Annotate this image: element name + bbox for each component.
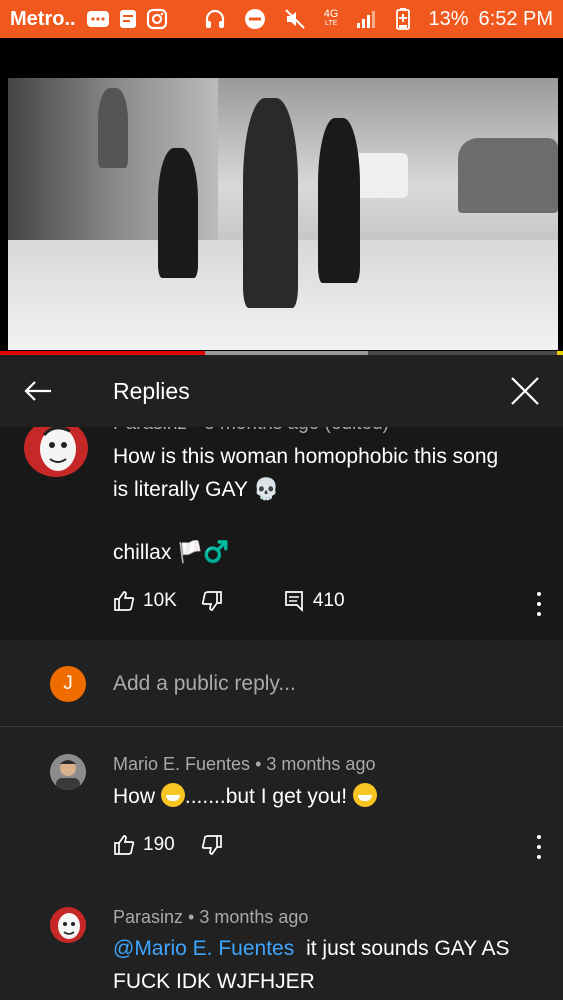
- profile-photo-icon: [50, 754, 86, 790]
- headphones-icon: [204, 8, 226, 30]
- comment-icon: [284, 591, 303, 612]
- parent-comment: Parasinz • 3 months ago (edited) How is …: [0, 427, 563, 640]
- battery-charging-icon: [396, 8, 411, 30]
- more-options-icon[interactable]: [535, 592, 543, 616]
- reply-item: Parasinz • 3 months ago @Mario E. Fuente…: [0, 887, 563, 1000]
- dislike-button[interactable]: [201, 834, 223, 856]
- reply-author[interactable]: Mario E. Fuentes: [113, 754, 250, 774]
- user-mention-link[interactable]: @Mario E. Fuentes: [113, 937, 294, 960]
- user-avatar: J: [50, 666, 86, 702]
- comment-meta: Parasinz • 3 months ago (edited): [113, 427, 389, 435]
- reply-count: 410: [312, 590, 345, 611]
- messages-icon: [86, 9, 110, 29]
- page-title: Replies: [113, 377, 190, 404]
- reply-time: 3 months ago: [199, 907, 309, 927]
- reply-item: Mario E. Fuentes • 3 months ago How ....…: [0, 727, 563, 887]
- reply-time: 3 months ago: [266, 754, 376, 774]
- status-bar: Metro.. 4G LTE 13% 6:52 PM: [0, 0, 563, 38]
- like-count: 10K: [143, 590, 177, 611]
- comment-actions: 10K 410: [113, 590, 345, 612]
- instagram-icon: [146, 8, 168, 30]
- video-dancer: [243, 98, 298, 308]
- reply-meta: Mario E. Fuentes • 3 months ago: [113, 754, 376, 774]
- like-button[interactable]: 190: [113, 834, 175, 856]
- video-person: [98, 88, 128, 168]
- do-not-disturb-icon: [244, 8, 266, 30]
- more-options-icon[interactable]: [535, 835, 543, 859]
- back-button[interactable]: [0, 355, 76, 427]
- carrier-name: Metro..: [10, 7, 76, 30]
- like-button[interactable]: 10K: [113, 590, 177, 612]
- reply-actions: 190: [113, 834, 223, 856]
- reply-input[interactable]: Add a public reply...: [113, 672, 296, 696]
- avatar[interactable]: [50, 907, 86, 943]
- reply-text: How .......but I get you!: [113, 780, 377, 813]
- grinning-emoji-icon: [160, 783, 185, 807]
- replies-header: Replies: [0, 355, 563, 427]
- dislike-button[interactable]: [201, 590, 223, 612]
- notes-icon: [118, 8, 138, 30]
- video-frame[interactable]: [8, 78, 558, 350]
- video-person: [158, 148, 198, 278]
- thumbs-down-icon: [201, 591, 222, 611]
- video-player[interactable]: [0, 38, 563, 355]
- close-icon: [511, 377, 539, 405]
- avatar[interactable]: [50, 754, 86, 790]
- like-count: 190: [143, 834, 175, 855]
- video-person: [318, 118, 360, 283]
- network-4g-icon: 4G LTE: [323, 8, 339, 28]
- thumbs-up-icon: [114, 591, 135, 611]
- video-car: [458, 138, 558, 213]
- reply-text: @Mario E. Fuentes it just sounds GAY AS …: [113, 937, 510, 993]
- signal-icon: [356, 9, 378, 29]
- avatar[interactable]: [24, 427, 88, 477]
- grinning-emoji-icon: [352, 783, 377, 807]
- thumbs-up-icon: [114, 835, 135, 855]
- reply-author[interactable]: Parasinz: [113, 907, 183, 927]
- arrow-left-icon: [24, 381, 51, 401]
- mute-icon: [284, 8, 306, 30]
- reply-meta: Parasinz • 3 months ago: [113, 907, 309, 927]
- comment-text: How is this woman homophobic this song i…: [113, 445, 499, 564]
- reply-count-button[interactable]: 410: [283, 590, 345, 612]
- cartoon-avatar-icon: [40, 427, 76, 471]
- video-van: [353, 153, 408, 198]
- thumbs-down-icon: [201, 835, 222, 855]
- clock: 6:52 PM: [478, 7, 553, 30]
- reply-composer[interactable]: J Add a public reply...: [0, 640, 563, 727]
- battery-percent: 13%: [428, 7, 469, 30]
- close-button[interactable]: [487, 355, 563, 427]
- cartoon-avatar-icon: [58, 913, 80, 939]
